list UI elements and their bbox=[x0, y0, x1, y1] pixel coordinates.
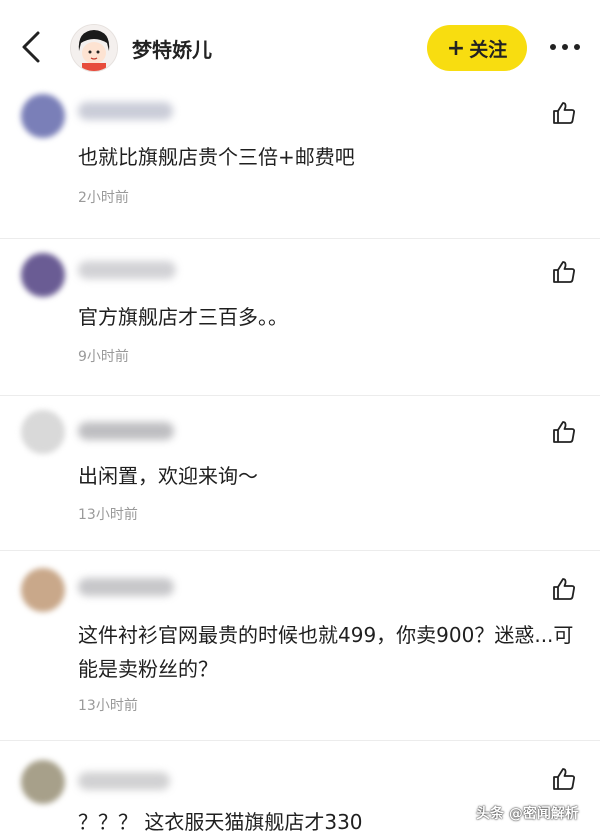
comment-time: 2小时前 bbox=[78, 190, 129, 206]
thumbs-up-icon[interactable] bbox=[551, 100, 577, 126]
author-avatar[interactable] bbox=[70, 24, 118, 72]
comment-text: 也就比旗舰店贵个三倍+邮费吧 bbox=[78, 145, 355, 169]
comment-time: 9小时前 bbox=[78, 349, 129, 365]
commenter-avatar[interactable] bbox=[21, 410, 65, 454]
commenter-avatar[interactable] bbox=[21, 760, 65, 804]
back-arrow-icon[interactable] bbox=[18, 30, 46, 64]
commenter-name-blurred[interactable] bbox=[78, 102, 173, 120]
author-name[interactable]: 梦特娇儿 bbox=[132, 34, 212, 63]
comment-time: 13小时前 bbox=[78, 507, 138, 523]
comment-text: 这件衬衫官网最贵的时候也就499，你卖900？迷惑...可能是卖粉丝的？ bbox=[78, 623, 574, 681]
source-watermark: 头条 @密闻解析 bbox=[476, 806, 579, 822]
commenter-name-blurred[interactable] bbox=[78, 422, 174, 440]
comment-item: 这件衬衫官网最贵的时候也就499，你卖900？迷惑...可能是卖粉丝的？ 13小… bbox=[0, 560, 600, 740]
commenter-avatar[interactable] bbox=[21, 568, 65, 612]
thumbs-up-icon[interactable] bbox=[551, 419, 577, 445]
thumbs-up-icon[interactable] bbox=[551, 576, 577, 602]
divider bbox=[0, 238, 600, 239]
comment-item: 也就比旗舰店贵个三倍+邮费吧 2小时前 bbox=[0, 88, 600, 238]
divider bbox=[0, 395, 600, 396]
divider bbox=[0, 550, 600, 551]
commenter-name-blurred[interactable] bbox=[78, 578, 174, 596]
top-bar: 梦特娇儿 + 关注 bbox=[0, 0, 600, 88]
follow-button[interactable]: + 关注 bbox=[427, 25, 527, 71]
follow-label: 关注 bbox=[469, 38, 508, 61]
divider bbox=[0, 740, 600, 741]
comment-item: 出闲置，欢迎来询～ 13小时前 bbox=[0, 404, 600, 550]
plus-icon: + bbox=[446, 35, 466, 61]
commenter-name-blurred[interactable] bbox=[78, 772, 170, 790]
comment-time: 13小时前 bbox=[78, 698, 138, 714]
comment-text: 出闲置，欢迎来询～ bbox=[78, 464, 258, 488]
thumbs-up-icon[interactable] bbox=[551, 766, 577, 792]
more-options-icon[interactable] bbox=[548, 44, 582, 52]
thumbs-up-icon[interactable] bbox=[551, 259, 577, 285]
commenter-name-blurred[interactable] bbox=[78, 261, 176, 279]
comment-text: 官方旗舰店才三百多。。 bbox=[78, 305, 288, 329]
commenter-avatar[interactable] bbox=[21, 94, 65, 138]
comment-item: 官方旗舰店才三百多。。 9小时前 bbox=[0, 247, 600, 395]
avatar-cartoon-icon bbox=[71, 25, 117, 71]
commenter-avatar[interactable] bbox=[21, 253, 65, 297]
